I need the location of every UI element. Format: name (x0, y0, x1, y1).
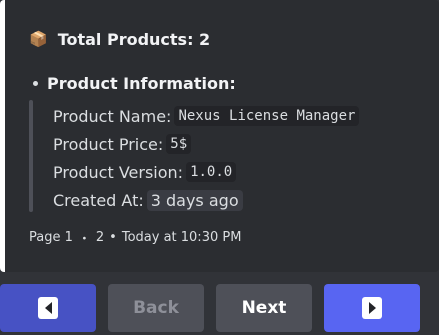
field-value-code: Nexus License Manager (174, 106, 360, 126)
back-button-label: Back (133, 298, 179, 318)
field-label: Product Version: (53, 162, 184, 182)
field-label: Product Name: (53, 106, 172, 126)
field-product-name: Product Name: Nexus License Manager (53, 102, 360, 130)
footer-total: 2 (95, 230, 105, 245)
footer-separator: ・ (77, 232, 91, 247)
field-label: Product Price: (53, 134, 164, 154)
message-embed: 📦 Total Products: 2 Product Information:… (0, 0, 439, 272)
field-value-code: 5$ (166, 134, 192, 154)
timestamp-value[interactable]: 3 days ago (146, 189, 243, 211)
field-product-version: Product Version: 1.0.0 (53, 158, 359, 186)
previous-button[interactable] (0, 284, 96, 332)
footer-timestamp: Today at 10:30 PM (121, 230, 242, 245)
back-button[interactable]: Back (108, 284, 204, 332)
package-icon: 📦 (29, 30, 48, 48)
footer-separator: • (109, 230, 117, 245)
forward-button[interactable] (324, 284, 420, 332)
field-label: Created At: (53, 190, 144, 210)
embed-title-text: Total Products: 2 (57, 30, 211, 49)
arrow-right-icon (362, 297, 382, 319)
embed-footer: Page 1 ・ 2 • Today at 10:30 PM (29, 228, 241, 247)
blockquote-bar (29, 100, 33, 212)
button-row: Back Next (0, 284, 439, 332)
section-heading: Product Information: (33, 74, 236, 93)
field-value-code: 1.0.0 (186, 162, 237, 182)
section-heading-text: Product Information: (47, 74, 236, 93)
next-button[interactable]: Next (216, 284, 312, 332)
field-created-at: Created At: 3 days ago (53, 186, 359, 214)
embed-title: 📦 Total Products: 2 (29, 30, 210, 49)
footer-page: Page 1 (29, 230, 73, 245)
arrow-left-icon (38, 297, 58, 319)
product-fields: Product Name: Nexus License Manager Prod… (53, 102, 360, 214)
field-product-price: Product Price: 5$ (53, 130, 359, 158)
next-button-label: Next (241, 298, 287, 318)
bullet-icon (33, 81, 38, 86)
